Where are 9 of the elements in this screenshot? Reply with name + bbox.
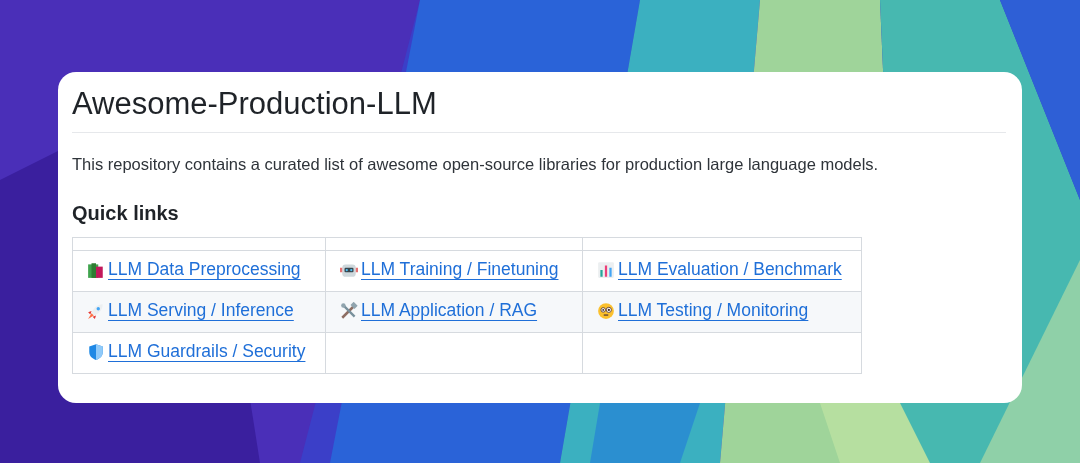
section-heading: Quick links [72,202,180,225]
books-icon [87,260,105,279]
description: This repository contains a curated list of awesome open-source libraries for production large language models. [72,155,880,174]
face-icon [597,301,615,320]
shield-icon [87,342,105,361]
rocket-icon [87,301,105,320]
tools-icon [340,301,358,320]
page-title: Awesome-Production-LLM [72,82,1006,133]
bar-chart-icon [597,260,615,279]
